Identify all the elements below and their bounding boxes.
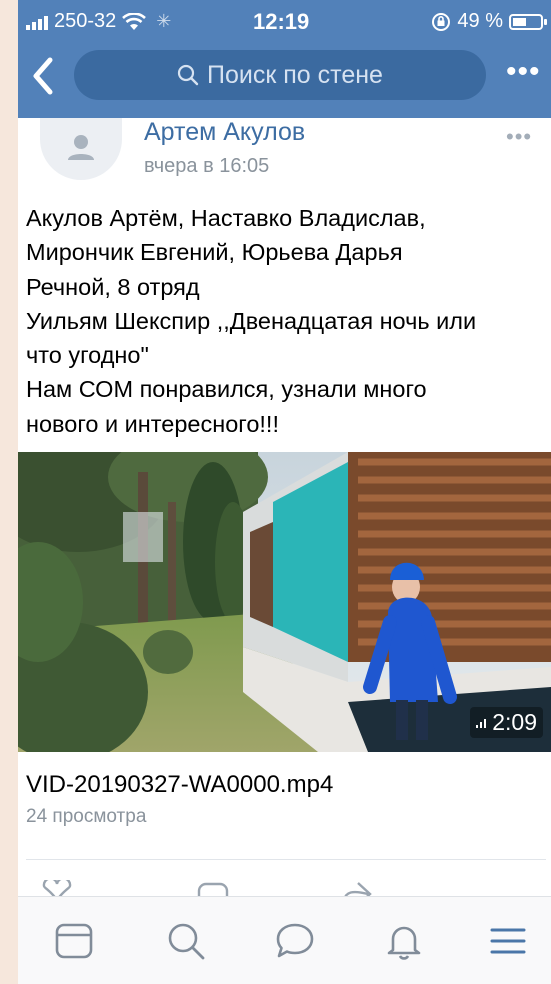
rotation-lock-icon: [432, 12, 451, 31]
notifications-icon[interactable]: [382, 919, 426, 963]
search-placeholder: Поиск по стене: [207, 60, 383, 89]
top-bar: 250-32 ✳ 12:19 49 % Поиск по стене •••: [18, 0, 551, 118]
search-icon[interactable]: [164, 919, 208, 963]
signal-icon: [26, 14, 48, 30]
bottom-tab-bar: [18, 896, 551, 984]
back-chevron-icon[interactable]: [26, 54, 62, 98]
quality-icon: [476, 718, 487, 728]
status-left: 250-32 ✳: [26, 10, 171, 33]
author-avatar[interactable]: [40, 118, 122, 180]
post-text-line: Мирончик Евгений, Юрьева Дарья: [26, 239, 403, 266]
carrier-label: 250-32: [54, 10, 117, 32]
post-divider: [26, 859, 546, 860]
post-time: вчера в 16:05: [144, 155, 270, 177]
battery-icon: [509, 13, 547, 30]
battery-percent: 49 %: [457, 10, 503, 32]
post-text-line: что угодно": [26, 342, 149, 369]
search-icon: [177, 64, 199, 86]
status-time: 12:19: [253, 9, 310, 34]
more-options-icon[interactable]: •••: [506, 57, 541, 87]
phone-screen: 250-32 ✳ 12:19 49 % Поиск по стене ••• А…: [18, 0, 551, 984]
post-text-line: Речной, 8 отряд: [26, 273, 200, 300]
menu-icon[interactable]: [486, 919, 530, 963]
video-thumbnail[interactable]: 2:09: [18, 452, 551, 752]
newsfeed-icon[interactable]: [52, 919, 96, 963]
post-text: Акулов Артём, Наставко Владислав, Миронч…: [26, 201, 548, 441]
video-filename[interactable]: VID-20190327-WA0000.mp4: [26, 771, 333, 799]
wifi-icon: [122, 12, 147, 30]
post-menu-icon[interactable]: •••: [506, 124, 532, 150]
status-right: 49 %: [431, 10, 547, 33]
video-duration-badge: 2:09: [470, 707, 543, 738]
user-placeholder-icon: [68, 135, 94, 160]
post-author[interactable]: Артем Акулов: [144, 118, 305, 147]
loading-icon: ✳: [156, 11, 172, 31]
post-text-line: нового и интересного!!!: [26, 410, 279, 437]
video-duration: 2:09: [492, 709, 537, 735]
status-bar: 250-32 ✳ 12:19 49 %: [18, 0, 551, 42]
wall-search-input[interactable]: Поиск по стене: [74, 50, 486, 100]
messages-icon[interactable]: [273, 919, 317, 963]
post-text-line: Уильям Шекспир ,,Двенадцатая ночь или: [26, 307, 477, 334]
post-text-line: Нам СОМ понравился, узнали много: [26, 376, 427, 403]
video-views: 24 просмотра: [26, 806, 147, 827]
post-text-line: Акулов Артём, Наставко Владислав,: [26, 205, 426, 231]
